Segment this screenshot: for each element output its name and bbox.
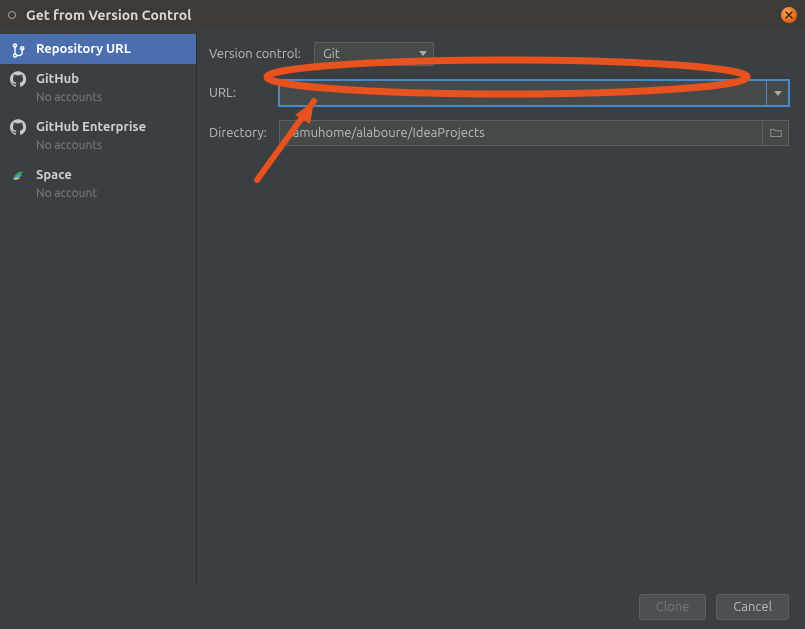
sidebar-item-github[interactable]: GitHub No accounts: [0, 64, 196, 112]
vc-value: Git: [323, 47, 340, 61]
cancel-button[interactable]: Cancel: [716, 594, 789, 620]
chevron-down-icon: [419, 51, 427, 56]
sidebar-item-github-enterprise[interactable]: GitHub Enterprise No accounts: [0, 112, 196, 160]
sidebar-item-label: Space: [36, 166, 97, 184]
dir-label: Directory:: [209, 126, 279, 140]
titlebar: Get from Version Control: [0, 0, 805, 30]
dialog-body: Repository URL GitHub No accounts GitHub…: [0, 30, 805, 584]
folder-icon: [769, 126, 783, 140]
sidebar-item-repository-url[interactable]: Repository URL: [0, 34, 196, 64]
vc-select[interactable]: Git: [314, 42, 434, 66]
cancel-label: Cancel: [733, 600, 772, 614]
github-icon: [10, 119, 26, 135]
url-history-button[interactable]: [767, 80, 789, 106]
sidebar-item-space[interactable]: Space No account: [0, 160, 196, 208]
sidebar-item-label: GitHub Enterprise: [36, 118, 146, 136]
chevron-down-icon: [774, 91, 782, 96]
sidebar-item-label: Repository URL: [36, 40, 131, 58]
browse-button[interactable]: [763, 120, 789, 146]
dialog-title: Get from Version Control: [26, 7, 191, 23]
space-icon: [10, 167, 26, 183]
sidebar-item-label: GitHub: [36, 70, 102, 88]
dialog-footer: Clone Cancel: [0, 584, 805, 629]
github-icon: [10, 71, 26, 87]
row-version-control: Version control: Git: [209, 42, 789, 66]
branch-icon: [10, 42, 26, 58]
sidebar-item-sub: No accounts: [36, 90, 102, 106]
vc-label: Version control:: [209, 47, 314, 61]
dialog-window: Get from Version Control Repository URL: [0, 0, 805, 629]
row-url: URL:: [209, 80, 789, 106]
close-button[interactable]: [781, 7, 797, 23]
clone-label: Clone: [656, 600, 690, 614]
sidebar-item-sub: No account: [36, 186, 97, 202]
window-menu-icon: [8, 11, 16, 19]
row-directory: Directory:: [209, 120, 789, 146]
directory-input[interactable]: [279, 120, 763, 146]
clone-button[interactable]: Clone: [639, 594, 707, 620]
url-label: URL:: [209, 86, 279, 100]
close-icon: [785, 11, 793, 19]
sidebar: Repository URL GitHub No accounts GitHub…: [0, 30, 197, 584]
url-input[interactable]: [279, 80, 767, 106]
main-panel: Version control: Git URL: Directory:: [197, 30, 805, 584]
sidebar-item-sub: No accounts: [36, 138, 146, 154]
